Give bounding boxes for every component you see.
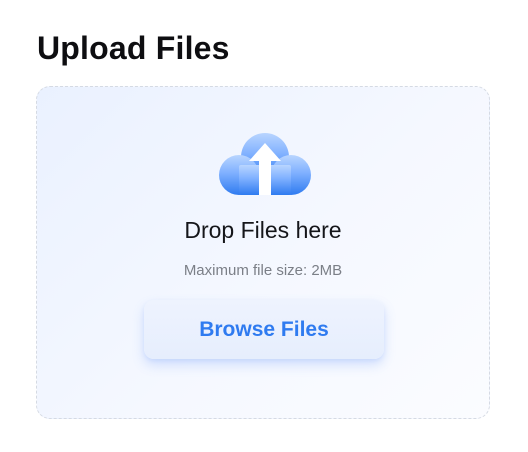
drop-files-text: Drop Files here — [184, 217, 342, 243]
max-file-size-hint: Maximum file size: 2MB — [183, 262, 343, 279]
page-title: Upload Files — [37, 30, 230, 66]
cloud-upload-icon — [217, 131, 313, 201]
browse-files-button[interactable]: Browse Files — [144, 300, 384, 359]
file-dropzone[interactable]: Drop Files here Maximum file size: 2MB B… — [36, 86, 490, 419]
